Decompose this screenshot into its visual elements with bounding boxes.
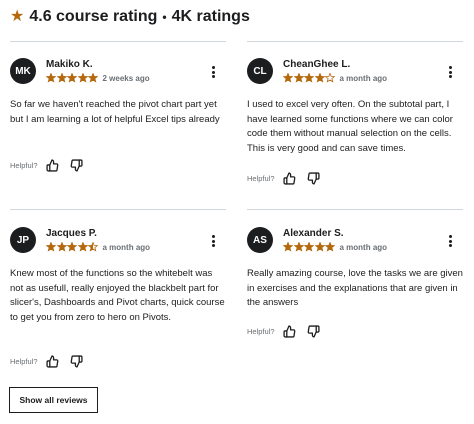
thumbs-down-icon[interactable] bbox=[70, 158, 84, 172]
show-all-reviews-button[interactable]: Show all reviews bbox=[9, 387, 98, 413]
reviewer-name: Jacques P. bbox=[46, 228, 97, 239]
star-icon bbox=[67, 73, 77, 83]
avatar: AS bbox=[247, 227, 273, 253]
helpful-row: Helpful? bbox=[10, 158, 94, 172]
review-text: So far we haven't reached the pivot char… bbox=[10, 99, 220, 125]
helpful-label: Helpful? bbox=[247, 173, 275, 183]
star-icon bbox=[77, 242, 88, 252]
thumbs-down-icon[interactable] bbox=[70, 354, 84, 368]
review-text: Really amazing course, love the tasks we… bbox=[247, 268, 463, 308]
thumbs-up-icon[interactable] bbox=[46, 354, 60, 368]
star-icon bbox=[325, 242, 335, 252]
helpful-row: Helpful? bbox=[247, 324, 331, 338]
review-meta: a month ago bbox=[46, 242, 150, 252]
divider bbox=[10, 209, 226, 210]
divider bbox=[247, 41, 463, 42]
review-text: Knew most of the functions so the whiteb… bbox=[10, 268, 225, 323]
review-meta: a month ago bbox=[283, 242, 387, 252]
star-icon bbox=[77, 73, 88, 83]
star-icon bbox=[88, 73, 98, 83]
star-icon bbox=[88, 242, 98, 252]
review-text: I used to excel very often. On the subto… bbox=[247, 99, 453, 154]
divider bbox=[247, 209, 463, 210]
more-options-icon[interactable] bbox=[445, 64, 455, 80]
star-icon bbox=[67, 242, 77, 252]
thumbs-up-icon[interactable] bbox=[283, 324, 297, 338]
star-icon bbox=[314, 242, 325, 252]
more-options-icon[interactable] bbox=[445, 233, 455, 249]
helpful-row: Helpful? bbox=[247, 171, 331, 185]
star-icon bbox=[283, 73, 293, 83]
star-icon bbox=[293, 73, 304, 83]
course-rating-text: 4.6 course rating bbox=[29, 8, 158, 25]
star-rating bbox=[46, 73, 99, 83]
reviewer-name: Makiko K. bbox=[46, 59, 93, 70]
avatar: JP bbox=[10, 227, 36, 253]
star-icon bbox=[304, 73, 314, 83]
divider bbox=[10, 41, 226, 42]
helpful-label: Helpful? bbox=[247, 326, 275, 336]
helpful-row: Helpful? bbox=[10, 354, 94, 368]
star-icon bbox=[46, 242, 56, 252]
star-rating bbox=[283, 242, 336, 252]
thumbs-down-icon[interactable] bbox=[307, 324, 321, 338]
course-rating-header: ★ 4.6 course rating • 4K ratings bbox=[10, 6, 250, 28]
star-icon bbox=[283, 242, 293, 252]
reviewer-name: Alexander S. bbox=[283, 228, 344, 239]
avatar: CL bbox=[247, 58, 273, 84]
star-icon bbox=[46, 73, 56, 83]
more-options-icon[interactable] bbox=[208, 64, 218, 80]
review-meta: 2 weeks ago bbox=[46, 73, 150, 83]
review-time: a month ago bbox=[339, 73, 388, 83]
review-time: 2 weeks ago bbox=[102, 73, 150, 83]
star-rating bbox=[46, 242, 99, 252]
reviewer-name: CheanGhee L. bbox=[283, 59, 351, 70]
star-icon bbox=[304, 242, 314, 252]
star-icon bbox=[314, 73, 325, 83]
star-rating bbox=[283, 73, 336, 83]
review-meta: a month ago bbox=[283, 73, 387, 83]
ratings-count-text: 4K ratings bbox=[171, 8, 250, 25]
star-icon bbox=[293, 242, 304, 252]
thumbs-down-icon[interactable] bbox=[307, 171, 321, 185]
helpful-label: Helpful? bbox=[10, 160, 38, 170]
review-time: a month ago bbox=[102, 242, 151, 252]
helpful-label: Helpful? bbox=[10, 356, 38, 366]
thumbs-up-icon[interactable] bbox=[46, 158, 60, 172]
review-time: a month ago bbox=[339, 242, 388, 252]
star-icon bbox=[56, 73, 67, 83]
star-icon bbox=[325, 73, 335, 83]
separator-dot: • bbox=[162, 10, 167, 24]
star-icon: ★ bbox=[10, 8, 25, 25]
avatar: MK bbox=[10, 58, 36, 84]
thumbs-up-icon[interactable] bbox=[283, 171, 297, 185]
more-options-icon[interactable] bbox=[208, 233, 218, 249]
star-icon bbox=[56, 242, 67, 252]
